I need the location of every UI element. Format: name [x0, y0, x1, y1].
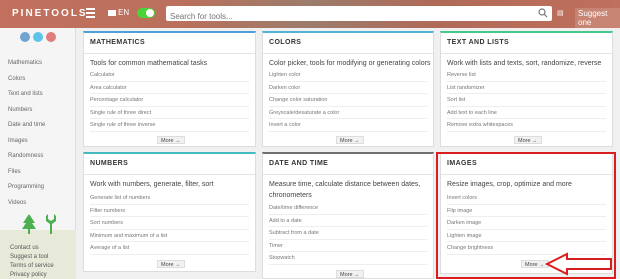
divider — [263, 53, 433, 54]
tool-link[interactable]: Reverse list — [447, 69, 606, 82]
tool-list: Calculator Area calculator Percentage ca… — [90, 69, 249, 132]
tool-link[interactable]: Generate list of numbers — [90, 192, 249, 205]
tree-icon — [22, 214, 36, 234]
tool-link[interactable]: Sort numbers — [90, 217, 249, 230]
card-title[interactable]: NUMBERS — [90, 160, 128, 167]
tool-link[interactable]: Date/time difference — [269, 202, 427, 215]
tool-link[interactable]: Area calculator — [90, 82, 249, 94]
sidebar: Mathematics Colors Text and lists Number… — [0, 28, 76, 279]
divider — [263, 174, 433, 175]
privacy-policy-link[interactable]: Privacy policy — [10, 271, 54, 279]
divider — [84, 53, 255, 54]
sidebar-footer-links: Contact us Suggest a tool Terms of servi… — [10, 244, 54, 279]
tool-link[interactable]: Timer — [269, 240, 427, 252]
site-logo[interactable]: PINETOOLS — [12, 8, 88, 19]
tool-link[interactable]: Remove extra whitespaces — [447, 119, 606, 132]
wrench-icon — [46, 214, 56, 234]
sidebar-item-colors[interactable]: Colors — [8, 72, 45, 88]
more-button[interactable]: More → — [336, 136, 364, 144]
top-bar: PINETOOLS EN ▤ Suggest one — [0, 0, 620, 28]
sidebar-item-files[interactable]: Files — [8, 165, 45, 181]
tool-list: Lighten color Darken color Change color … — [269, 69, 427, 132]
card-description: Work with numbers, generate, filter, sor… — [90, 181, 214, 188]
more-button[interactable]: More → — [157, 136, 185, 144]
card-title[interactable]: DATE AND TIME — [269, 160, 328, 167]
divider — [84, 174, 255, 175]
tool-link[interactable]: Minimum and maximum of a list — [90, 230, 249, 242]
tool-link[interactable]: Filter numbers — [90, 205, 249, 217]
list-icon[interactable]: ▤ — [557, 9, 564, 17]
card-description: Work with lists and texts, sort, randomi… — [447, 60, 602, 67]
social-icons — [20, 32, 56, 42]
search-input[interactable] — [166, 9, 526, 24]
sidebar-item-date-and-time[interactable]: Date and time — [8, 118, 45, 134]
tool-link[interactable]: List randomizer — [447, 82, 606, 94]
contact-us-link[interactable]: Contact us — [10, 244, 54, 253]
sidebar-item-programming[interactable]: Programming — [8, 180, 45, 196]
tool-link[interactable]: Percentage calculator — [90, 94, 249, 107]
more-button[interactable]: More → — [157, 260, 185, 268]
tool-link[interactable]: Invert a color — [269, 119, 427, 132]
theme-toggle[interactable] — [137, 8, 155, 18]
card-date-and-time: DATE AND TIME Measure time, calculate di… — [262, 152, 434, 279]
menu-icon[interactable] — [86, 8, 95, 18]
card-title[interactable]: TEXT AND LISTS — [447, 39, 509, 46]
tool-link[interactable]: Darken color — [269, 82, 427, 94]
card-text-and-lists: TEXT AND LISTS Work with lists and texts… — [440, 31, 613, 147]
twitter-icon[interactable] — [33, 32, 43, 42]
tool-link[interactable]: Add to a date — [269, 215, 427, 227]
suggest-tool-link[interactable]: Suggest a tool — [10, 253, 54, 262]
tool-link[interactable]: Add text to each line — [447, 107, 606, 119]
tool-link[interactable]: Greyscale/desaturate a color — [269, 107, 427, 119]
tool-list: Reverse list List randomizer Sort list A… — [447, 69, 606, 132]
card-description: Measure time, calculate distance between… — [269, 181, 421, 199]
facebook-icon[interactable] — [20, 32, 30, 42]
sidebar-nav: Mathematics Colors Text and lists Number… — [8, 56, 45, 211]
tool-list: Date/time difference Add to a date Subtr… — [269, 202, 427, 265]
tool-list: Generate list of numbers Filter numbers … — [90, 192, 249, 255]
tool-link[interactable]: Single rule of three direct — [90, 107, 249, 119]
tool-link[interactable]: Single rule of three inverse — [90, 119, 249, 132]
card-title[interactable]: MATHEMATICS — [90, 39, 145, 46]
tool-link[interactable]: Lighten color — [269, 69, 427, 82]
card-mathematics: MATHEMATICS Tools for common mathematica… — [83, 31, 256, 147]
more-button[interactable]: More → — [336, 270, 364, 278]
pointer-arrow-icon — [545, 252, 612, 276]
tool-link[interactable]: Stopwatch — [269, 252, 427, 265]
tool-link[interactable]: Average of a list — [90, 242, 249, 255]
tool-link[interactable]: Calculator — [90, 69, 249, 82]
search-icon[interactable] — [538, 8, 548, 18]
card-title[interactable]: COLORS — [269, 39, 301, 46]
tool-link[interactable]: Sort list — [447, 94, 606, 107]
suggest-one-button[interactable]: Suggest one — [575, 8, 620, 28]
card-description: Color picker, tools for modifying or gen… — [269, 60, 431, 67]
language-label[interactable]: EN — [118, 8, 129, 17]
sidebar-item-randomness[interactable]: Randomness — [8, 149, 45, 165]
sidebar-item-numbers[interactable]: Numbers — [8, 103, 45, 119]
sidebar-item-videos[interactable]: Videos — [8, 196, 45, 212]
divider — [441, 53, 612, 54]
more-button[interactable]: More → — [514, 136, 542, 144]
youtube-icon[interactable] — [46, 32, 56, 42]
terms-of-service-link[interactable]: Terms of service — [10, 262, 54, 271]
tool-link[interactable]: Subtract from a date — [269, 227, 427, 240]
sidebar-item-images[interactable]: Images — [8, 134, 45, 150]
card-colors: COLORS Color picker, tools for modifying… — [262, 31, 434, 147]
search-box — [166, 6, 552, 24]
sidebar-item-text-and-lists[interactable]: Text and lists — [8, 87, 45, 103]
card-numbers: NUMBERS Work with numbers, generate, fil… — [83, 152, 256, 272]
sidebar-item-mathematics[interactable]: Mathematics — [8, 56, 45, 72]
card-description: Tools for common mathematical tasks — [90, 60, 208, 67]
tool-link[interactable]: Change color saturation — [269, 94, 427, 107]
language-flag-icon[interactable] — [108, 10, 116, 16]
